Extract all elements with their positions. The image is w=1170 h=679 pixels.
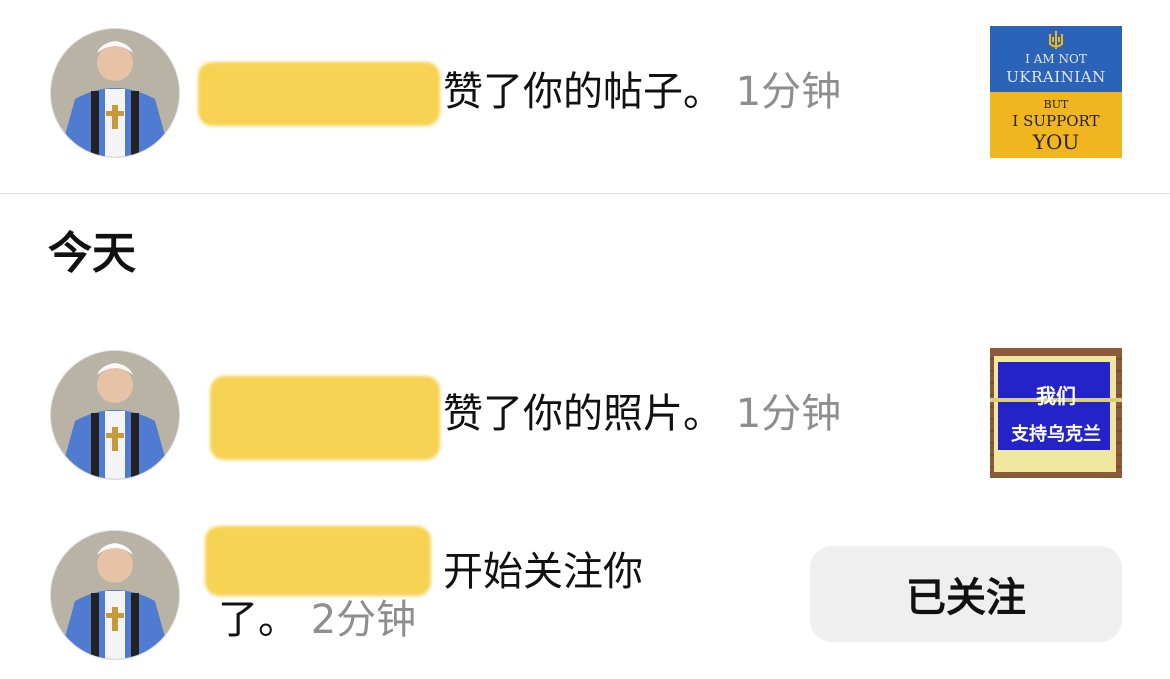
avatar[interactable] [50,530,180,660]
sign-line: 支持乌克兰 [1011,424,1101,445]
person-avatar-icon [51,29,179,157]
sign-line: UKRAINIAN [1006,68,1106,86]
redacted-username [198,62,440,126]
timestamp: 1分钟 [735,391,842,437]
avatar[interactable] [50,350,180,480]
trident-icon [1049,31,1063,49]
avatar[interactable] [50,28,180,158]
notification-text: 了。 2分钟 [218,596,416,644]
sign-line: BUT [1043,98,1069,111]
action-text: 了。 [218,597,298,643]
notification-row[interactable]: 赞了你的帖子。 1分钟 I AM NOT UKRAINIAN BUT I SUP… [0,0,1170,193]
following-button[interactable]: 已关注 [810,546,1122,642]
sign-line: 我们 [1036,384,1076,408]
notification-text: 赞了你的帖子。 1分钟 [443,68,841,116]
person-avatar-icon [51,531,179,659]
notification-row[interactable]: 赞了你的照片。 1分钟 我们 支持乌克兰 [0,330,1170,500]
post-thumbnail[interactable]: I AM NOT UKRAINIAN BUT I SUPPORT YOU [990,26,1122,158]
action-text: 开始关注你 [443,549,643,595]
section-title: 今天 [48,228,136,279]
photo-thumbnail[interactable]: 我们 支持乌克兰 [990,348,1122,478]
redacted-username [205,526,431,596]
redacted-username [210,376,440,460]
action-text: 赞了你的帖子。 [443,69,723,115]
timestamp: 2分钟 [310,597,417,643]
action-text: 赞了你的照片。 [443,391,723,437]
divider [0,193,1170,194]
sign-line: I AM NOT [1025,52,1087,66]
person-avatar-icon [51,351,179,479]
notification-text: 赞了你的照片。 1分钟 [443,390,841,438]
sign-line: I SUPPORT [1012,112,1100,130]
timestamp: 1分钟 [735,69,842,115]
sign-line: YOU [1032,130,1080,154]
